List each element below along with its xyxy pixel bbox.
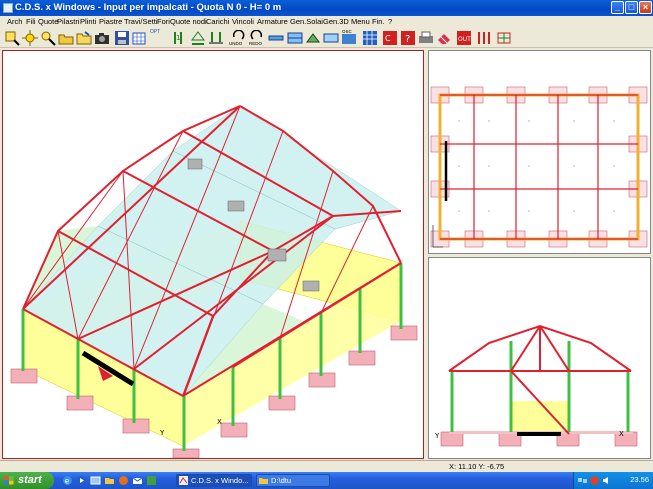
app-window: C.D.S. x Windows - Input per impalcati -…	[0, 0, 653, 489]
camera-icon[interactable]	[94, 30, 110, 46]
volume-icon[interactable]	[602, 476, 611, 485]
menu-menu[interactable]: Menu	[351, 17, 370, 26]
menu-vincoli[interactable]: Vincoli	[232, 17, 254, 26]
opt-label: OPT	[150, 29, 161, 35]
column-icon[interactable]: 1	[172, 30, 188, 46]
node-icon[interactable]	[190, 30, 206, 46]
menu-fin[interactable]: Fin.	[372, 17, 385, 26]
zoom-window-icon[interactable]	[4, 30, 20, 46]
status-bar: X: 11.10 Y: -6.75	[0, 460, 653, 472]
isometric-view-pane[interactable]: Y X	[2, 50, 424, 459]
elevation-view-pane[interactable]: Y X	[428, 257, 651, 459]
menu-gen-solai[interactable]: Gen.Solai	[290, 17, 323, 26]
select-icon[interactable]	[40, 30, 56, 46]
elev-axis-y: Y	[434, 432, 440, 440]
menu-fili[interactable]: Fili	[26, 17, 36, 26]
undo-label: UNDO	[229, 41, 243, 46]
start-label: start	[18, 474, 42, 486]
iso-axis-x: X	[217, 418, 222, 426]
task-cds[interactable]: C.D.S. x Windo...	[176, 474, 252, 487]
menu-arch[interactable]: Arch	[7, 17, 22, 26]
window-title: C.D.S. x Windows - Input per impalcati -…	[15, 2, 282, 13]
ie-icon[interactable]: e	[62, 475, 73, 486]
menu-piastre[interactable]: Piastre	[99, 17, 122, 26]
save-icon[interactable]	[114, 30, 130, 46]
menu-quote-nodi[interactable]: Quote nodi	[170, 17, 207, 26]
folder-icon	[259, 478, 268, 484]
svg-text:C: C	[385, 34, 391, 43]
toolbar: OPT 1 UNDO REDO OSC C ? OUT	[0, 28, 653, 48]
cds-app-icon	[179, 476, 188, 485]
explorer-icon[interactable]	[104, 475, 115, 486]
shield-icon[interactable]	[590, 476, 599, 485]
slab-icon[interactable]	[287, 30, 303, 46]
help-icon[interactable]: ?	[400, 30, 416, 46]
elevation-drawing: Y X	[434, 324, 638, 447]
media-icon[interactable]	[76, 475, 87, 486]
menu-gen-3d[interactable]: Gen.3D	[323, 17, 349, 26]
svg-text:1: 1	[176, 34, 180, 42]
verify-icon[interactable]	[476, 30, 492, 46]
osc-label: OSC	[342, 29, 352, 34]
output-icon[interactable]: OUT	[456, 30, 472, 46]
eraser-icon[interactable]	[436, 30, 452, 46]
maximize-button[interactable]: □	[625, 1, 638, 14]
print-icon[interactable]	[418, 30, 434, 46]
network-icon[interactable]	[578, 476, 587, 485]
menu-carichi[interactable]: Carichi	[206, 17, 229, 26]
cursor-coordinates: X: 11.10 Y: -6.75	[449, 462, 505, 471]
close-button[interactable]: ×	[639, 1, 652, 14]
taskbar: start e C.D.S. x Windo... D:\dtu 23.56	[0, 472, 653, 489]
plan-drawing	[430, 86, 648, 248]
svg-text:OUT: OUT	[458, 36, 471, 43]
folder-icon[interactable]	[76, 30, 92, 46]
floor-icon[interactable]	[323, 30, 339, 46]
menu-bar: Arch Fili Quote Pilastri Plinti Piastre …	[0, 16, 653, 28]
task-folder[interactable]: D:\dtu	[256, 474, 330, 487]
title-bar: C.D.S. x Windows - Input per impalcati -…	[0, 0, 653, 16]
svg-text:?: ?	[405, 34, 410, 45]
clock: 23.56	[630, 475, 649, 484]
grid-check-icon[interactable]	[496, 30, 512, 46]
menu-fori[interactable]: Fori	[157, 17, 170, 26]
pan-icon[interactable]	[22, 30, 38, 46]
windows-logo-icon	[4, 476, 14, 485]
menu-armature[interactable]: Armature	[257, 17, 288, 26]
table-icon[interactable]	[362, 30, 378, 46]
menu-pilastri[interactable]: Pilastri	[57, 17, 80, 26]
calc-icon[interactable]: C	[382, 30, 398, 46]
plan-view-pane[interactable]	[428, 50, 651, 254]
system-tray: 23.56	[573, 472, 653, 489]
start-button[interactable]: start	[0, 472, 54, 489]
task-folder-label: D:\dtu	[271, 476, 292, 485]
foundation-icon[interactable]	[208, 30, 224, 46]
minimize-button[interactable]: _	[611, 1, 624, 14]
open-file-icon[interactable]	[58, 30, 74, 46]
menu-plinti[interactable]: Plinti	[80, 17, 96, 26]
beam-icon[interactable]	[268, 30, 284, 46]
menu-travi-setti[interactable]: Travi/Setti	[124, 17, 157, 26]
iso-axis-y: Y	[159, 429, 165, 437]
desktop-icon[interactable]	[90, 475, 101, 486]
redo-label: REDO	[249, 41, 263, 46]
isometric-drawing: Y X	[10, 105, 418, 458]
task-cds-label: C.D.S. x Windo...	[191, 476, 249, 485]
grid-icon[interactable]	[132, 30, 148, 46]
app-icon	[3, 3, 13, 13]
wall-icon[interactable]	[305, 30, 321, 46]
firefox-icon[interactable]	[118, 475, 129, 486]
elev-axis-x: X	[619, 430, 624, 438]
app-quick-icon[interactable]	[146, 475, 157, 486]
svg-text:e: e	[65, 477, 70, 486]
mail-icon[interactable]	[132, 475, 143, 486]
menu-quote[interactable]: Quote	[38, 17, 58, 26]
menu-help[interactable]: ?	[388, 17, 392, 26]
